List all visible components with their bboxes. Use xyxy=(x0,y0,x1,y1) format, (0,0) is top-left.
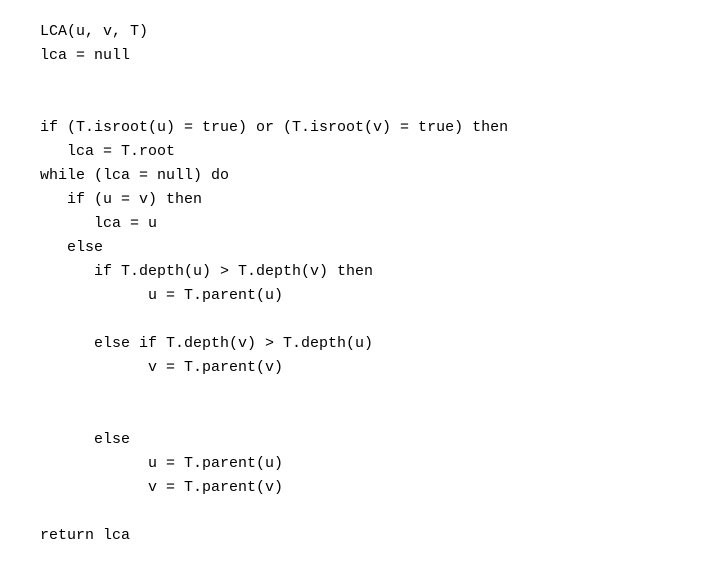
code-line: while (lca = null) do xyxy=(40,164,680,188)
empty-line xyxy=(40,68,680,92)
code-line: v = T.parent(v) xyxy=(40,476,680,500)
empty-line xyxy=(40,308,680,332)
empty-line xyxy=(40,500,680,524)
code-line: v = T.parent(v) xyxy=(40,356,680,380)
empty-line xyxy=(40,92,680,116)
empty-line xyxy=(40,404,680,428)
code-line: if (u = v) then xyxy=(40,188,680,212)
code-line: else if T.depth(v) > T.depth(u) xyxy=(40,332,680,356)
code-line: lca = T.root xyxy=(40,140,680,164)
code-line: u = T.parent(u) xyxy=(40,284,680,308)
code-line: else xyxy=(40,236,680,260)
empty-line xyxy=(40,380,680,404)
code-line: return lca xyxy=(40,524,680,548)
code-line: u = T.parent(u) xyxy=(40,452,680,476)
code-line: if (T.isroot(u) = true) or (T.isroot(v) … xyxy=(40,116,680,140)
code-line: lca = null xyxy=(40,44,680,68)
code-line: LCA(u, v, T) xyxy=(40,20,680,44)
code-line: else xyxy=(40,428,680,452)
code-line: lca = u xyxy=(40,212,680,236)
code-block: LCA(u, v, T)lca = null if (T.isroot(u) = … xyxy=(0,0,720,568)
code-line: if T.depth(u) > T.depth(v) then xyxy=(40,260,680,284)
